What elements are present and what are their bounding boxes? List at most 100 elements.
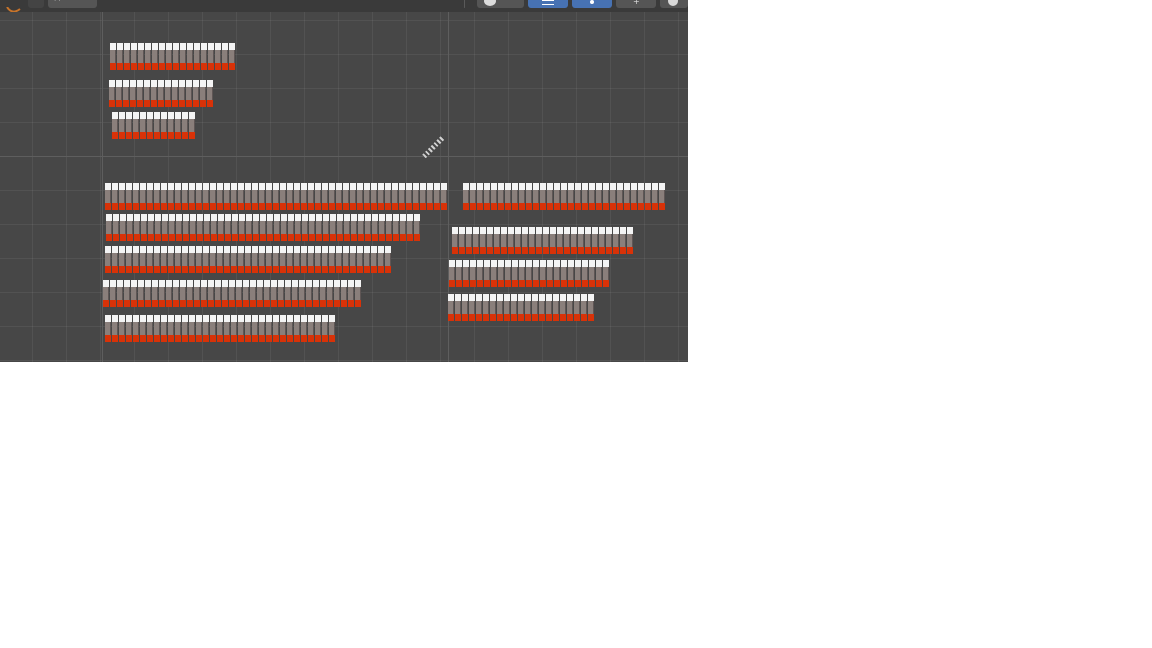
object-stack[interactable] <box>292 280 298 307</box>
object-stack[interactable] <box>508 227 514 254</box>
object-stack[interactable] <box>124 43 130 70</box>
object-stack[interactable] <box>434 183 440 210</box>
object-stack[interactable] <box>266 315 272 342</box>
object-stack[interactable] <box>252 246 258 273</box>
object-stack[interactable] <box>533 260 539 287</box>
object-stack[interactable] <box>490 294 496 321</box>
cluster-left-row-2[interactable] <box>106 214 421 241</box>
object-stack[interactable] <box>561 260 567 287</box>
object-stack[interactable] <box>603 183 609 210</box>
object-stack[interactable] <box>511 294 517 321</box>
object-stack[interactable] <box>273 246 279 273</box>
object-stack[interactable] <box>187 43 193 70</box>
object-stack[interactable] <box>154 246 160 273</box>
object-stack[interactable] <box>112 246 118 273</box>
object-stack[interactable] <box>257 280 263 307</box>
object-stack[interactable] <box>173 43 179 70</box>
object-stack[interactable] <box>336 246 342 273</box>
object-stack[interactable] <box>151 80 157 107</box>
object-stack[interactable] <box>238 246 244 273</box>
object-stack[interactable] <box>210 183 216 210</box>
object-stack[interactable] <box>385 183 391 210</box>
object-stack[interactable] <box>145 280 151 307</box>
object-stack[interactable] <box>159 280 165 307</box>
object-stack[interactable] <box>540 183 546 210</box>
object-stack[interactable] <box>330 214 336 241</box>
logo-icon[interactable] <box>4 0 24 13</box>
object-stack[interactable] <box>364 246 370 273</box>
object-stack[interactable] <box>252 315 258 342</box>
object-stack[interactable] <box>441 183 447 210</box>
object-stack[interactable] <box>134 214 140 241</box>
object-stack[interactable] <box>154 315 160 342</box>
object-stack[interactable] <box>245 315 251 342</box>
object-stack[interactable] <box>147 246 153 273</box>
object-stack[interactable] <box>624 183 630 210</box>
object-stack[interactable] <box>201 43 207 70</box>
object-stack[interactable] <box>133 246 139 273</box>
cluster-left-row-3[interactable] <box>105 246 392 273</box>
object-stack[interactable] <box>266 183 272 210</box>
object-stack[interactable] <box>280 246 286 273</box>
object-stack[interactable] <box>295 214 301 241</box>
object-stack[interactable] <box>105 183 111 210</box>
object-stack[interactable] <box>427 183 433 210</box>
object-stack[interactable] <box>145 43 151 70</box>
object-stack[interactable] <box>322 246 328 273</box>
object-stack[interactable] <box>592 227 598 254</box>
mode-button[interactable] <box>28 0 44 8</box>
object-stack[interactable] <box>574 294 580 321</box>
gizmo-button[interactable]: + <box>616 0 656 8</box>
object-stack[interactable] <box>203 315 209 342</box>
object-stack[interactable] <box>194 280 200 307</box>
object-stack[interactable] <box>196 246 202 273</box>
object-stack[interactable] <box>215 280 221 307</box>
object-stack[interactable] <box>329 183 335 210</box>
object-stack[interactable] <box>529 227 535 254</box>
object-stack[interactable] <box>316 214 322 241</box>
object-stack[interactable] <box>224 183 230 210</box>
object-stack[interactable] <box>130 80 136 107</box>
object-stack[interactable] <box>193 80 199 107</box>
object-stack[interactable] <box>287 183 293 210</box>
object-stack[interactable] <box>168 246 174 273</box>
object-stack[interactable] <box>217 183 223 210</box>
object-stack[interactable] <box>196 315 202 342</box>
object-stack[interactable] <box>253 214 259 241</box>
object-stack[interactable] <box>288 214 294 241</box>
object-stack[interactable] <box>231 315 237 342</box>
cluster-right-row-2[interactable] <box>452 227 634 254</box>
object-stack[interactable] <box>137 80 143 107</box>
object-stack[interactable] <box>378 246 384 273</box>
object-stack[interactable] <box>159 43 165 70</box>
object-stack[interactable] <box>469 294 475 321</box>
object-stack[interactable] <box>222 43 228 70</box>
object-stack[interactable] <box>259 315 265 342</box>
object-stack[interactable] <box>165 80 171 107</box>
object-stack[interactable] <box>110 43 116 70</box>
object-stack[interactable] <box>200 80 206 107</box>
object-stack[interactable] <box>119 112 125 139</box>
object-stack[interactable] <box>112 315 118 342</box>
object-stack[interactable] <box>175 183 181 210</box>
cluster-right-row-1[interactable] <box>463 183 666 210</box>
object-stack[interactable] <box>378 183 384 210</box>
object-stack[interactable] <box>498 183 504 210</box>
object-stack[interactable] <box>344 214 350 241</box>
object-stack[interactable] <box>554 260 560 287</box>
object-stack[interactable] <box>239 214 245 241</box>
object-stack[interactable] <box>126 112 132 139</box>
object-stack[interactable] <box>571 227 577 254</box>
object-stack[interactable] <box>561 183 567 210</box>
object-stack[interactable] <box>308 183 314 210</box>
object-stack[interactable] <box>463 260 469 287</box>
object-stack[interactable] <box>463 183 469 210</box>
object-stack[interactable] <box>543 227 549 254</box>
object-stack[interactable] <box>512 183 518 210</box>
object-stack[interactable] <box>105 246 111 273</box>
object-stack[interactable] <box>287 246 293 273</box>
object-stack[interactable] <box>603 260 609 287</box>
object-stack[interactable] <box>470 183 476 210</box>
object-stack[interactable] <box>459 227 465 254</box>
object-stack[interactable] <box>147 183 153 210</box>
